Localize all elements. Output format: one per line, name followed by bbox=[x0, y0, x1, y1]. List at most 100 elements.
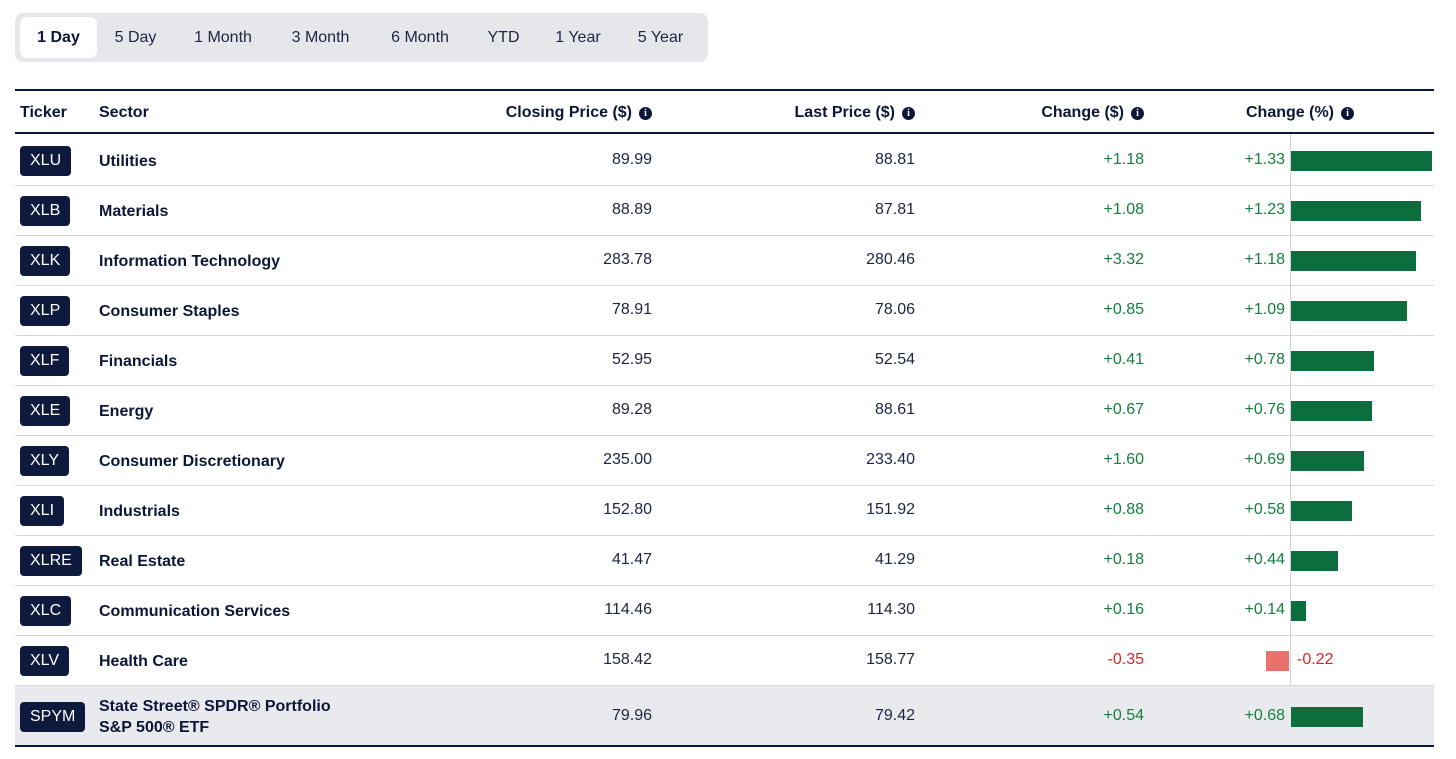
ticker-badge[interactable]: XLK bbox=[20, 246, 71, 276]
closing-price: 41.47 bbox=[611, 551, 652, 568]
table-row[interactable]: XLI Industrials 152.80 151.92 +0.88 +0.58 bbox=[15, 486, 1434, 536]
closing-price: 158.42 bbox=[603, 651, 652, 668]
sector-name: Real Estate bbox=[99, 553, 186, 570]
change-value: +3.32 bbox=[1103, 251, 1144, 268]
table-row[interactable]: SPYM State Street® SPDR® Portfolio S&P 50… bbox=[15, 686, 1434, 747]
ticker-badge[interactable]: XLE bbox=[20, 396, 71, 426]
ticker-badge[interactable]: SPYM bbox=[20, 701, 86, 732]
last-price: 87.81 bbox=[874, 201, 915, 218]
tab-6-month[interactable]: 6 Month bbox=[371, 17, 469, 58]
sector-name: Industrials bbox=[99, 503, 180, 520]
tab-1-day[interactable]: 1 Day bbox=[20, 17, 97, 58]
last-price: 79.42 bbox=[874, 706, 915, 724]
ticker-badge[interactable]: XLP bbox=[20, 296, 71, 326]
table-row[interactable]: XLRE Real Estate 41.47 41.29 +0.18 +0.44 bbox=[15, 536, 1434, 586]
table-row[interactable]: XLU Utilities 89.99 88.81 +1.18 +1.33 bbox=[15, 136, 1434, 186]
ticker-badge[interactable]: XLB bbox=[20, 196, 71, 226]
last-price: 88.81 bbox=[874, 151, 915, 168]
change-percent: +0.68 bbox=[1244, 706, 1285, 724]
change-value: +0.88 bbox=[1103, 501, 1144, 518]
closing-price: 78.91 bbox=[611, 301, 652, 318]
table-row[interactable]: XLB Materials 88.89 87.81 +1.08 +1.23 bbox=[15, 186, 1434, 236]
change-percent: +0.44 bbox=[1244, 551, 1285, 568]
change-value: +0.41 bbox=[1103, 351, 1144, 368]
table-row[interactable]: XLC Communication Services 114.46 114.30 +0.… bbox=[15, 586, 1434, 636]
ticker-badge[interactable]: XLRE bbox=[20, 546, 82, 576]
ticker-badge[interactable]: XLF bbox=[20, 346, 70, 376]
header-closing-price[interactable]: Closing Price ($) i bbox=[506, 91, 652, 134]
header-last-price[interactable]: Last Price ($) i bbox=[795, 91, 915, 134]
change-percent: +0.76 bbox=[1244, 401, 1285, 418]
sector-name: Information Technology bbox=[99, 253, 281, 270]
info-icon[interactable]: i bbox=[1131, 107, 1144, 120]
sector-name: Utilities bbox=[99, 153, 157, 170]
change-percent: +1.18 bbox=[1244, 251, 1285, 268]
last-price: 78.06 bbox=[874, 301, 915, 318]
change-percent: +1.33 bbox=[1244, 151, 1285, 168]
change-percent-bar bbox=[1265, 651, 1289, 671]
change-value: +1.18 bbox=[1103, 151, 1144, 168]
tab-5-year[interactable]: 5 Year bbox=[620, 17, 701, 58]
change-percent: +1.23 bbox=[1244, 201, 1285, 218]
change-value: +0.54 bbox=[1103, 706, 1144, 724]
change-value: +1.08 bbox=[1103, 201, 1144, 218]
tab-5-day[interactable]: 5 Day bbox=[98, 17, 173, 58]
info-icon[interactable]: i bbox=[902, 107, 915, 120]
change-value: +0.67 bbox=[1103, 401, 1144, 418]
last-price: 88.61 bbox=[874, 401, 915, 418]
ticker-badge[interactable]: XLC bbox=[20, 596, 72, 626]
sector-name: Health Care bbox=[99, 653, 188, 670]
table-row[interactable]: XLK Information Technology 283.78 280.46 +3.… bbox=[15, 236, 1434, 286]
ticker-badge[interactable]: XLI bbox=[20, 496, 65, 526]
change-percent-bar bbox=[1291, 251, 1417, 271]
table-row[interactable]: XLY Consumer Discretionary 235.00 233.40 +1.… bbox=[15, 436, 1434, 486]
table-row[interactable]: XLF Financials 52.95 52.54 +0.41 +0.78 bbox=[15, 336, 1434, 386]
change-value: +1.60 bbox=[1103, 451, 1144, 468]
ticker-badge[interactable]: XLV bbox=[20, 646, 70, 676]
sector-name: Materials bbox=[99, 203, 169, 220]
change-percent-bar bbox=[1291, 601, 1306, 621]
change-percent-bar bbox=[1291, 551, 1338, 571]
ticker-badge[interactable]: XLU bbox=[20, 146, 72, 176]
change-value: +0.18 bbox=[1103, 551, 1144, 568]
header-change-percent[interactable]: Change (%) i bbox=[1246, 91, 1354, 134]
table-row[interactable]: XLE Energy 89.28 88.61 +0.67 +0.76 bbox=[15, 386, 1434, 436]
last-price: 52.54 bbox=[874, 351, 915, 368]
info-icon[interactable]: i bbox=[1341, 107, 1354, 120]
sector-name: Financials bbox=[99, 353, 178, 370]
change-percent: +0.14 bbox=[1244, 601, 1285, 618]
tab-1-year[interactable]: 1 Year bbox=[540, 17, 616, 58]
table-row[interactable]: XLV Health Care 158.42 158.77 -0.35 -0.22 bbox=[15, 636, 1434, 686]
info-icon[interactable]: i bbox=[639, 107, 652, 120]
last-price: 151.92 bbox=[866, 501, 915, 518]
sector-name: Consumer Discretionary bbox=[99, 453, 285, 470]
header-ticker[interactable]: Ticker bbox=[20, 91, 67, 134]
tab-3-month[interactable]: 3 Month bbox=[273, 17, 368, 58]
sector-name: State Street® SPDR® Portfolio S&P 500® E… bbox=[99, 697, 331, 736]
last-price: 280.46 bbox=[866, 251, 915, 268]
table-header: Ticker Sector Closing Price ($) i Last Pr… bbox=[15, 91, 1434, 134]
closing-price: 152.80 bbox=[603, 501, 652, 518]
sector-name: Energy bbox=[99, 403, 154, 420]
change-value: +0.16 bbox=[1103, 601, 1144, 618]
change-percent-bar bbox=[1291, 501, 1353, 521]
change-percent: +0.78 bbox=[1244, 351, 1285, 368]
sector-name: Consumer Staples bbox=[99, 303, 240, 320]
change-percent: +1.09 bbox=[1244, 301, 1285, 318]
change-percent-bar bbox=[1291, 706, 1364, 727]
last-price: 114.30 bbox=[867, 601, 915, 618]
table-row[interactable]: XLP Consumer Staples 78.91 78.06 +0.85 +1.09 bbox=[15, 286, 1434, 336]
tab-ytd[interactable]: YTD bbox=[472, 17, 535, 58]
closing-price: 88.89 bbox=[611, 201, 652, 218]
ticker-badge[interactable]: XLY bbox=[20, 446, 70, 476]
last-price: 233.40 bbox=[866, 451, 915, 468]
sector-name: Communication Services bbox=[99, 603, 291, 620]
header-sector[interactable]: Sector bbox=[99, 91, 149, 134]
closing-price: 235.00 bbox=[603, 451, 652, 468]
closing-price: 89.28 bbox=[611, 401, 652, 418]
tab-1-month[interactable]: 1 Month bbox=[176, 17, 270, 58]
timeframe-tabs: 1 Day 5 Day 1 Month 3 Month 6 Month YTD 1 Year… bbox=[15, 13, 708, 62]
change-percent-bar bbox=[1291, 351, 1374, 371]
header-change[interactable]: Change ($) i bbox=[1041, 91, 1144, 134]
change-value: -0.35 bbox=[1107, 651, 1144, 668]
